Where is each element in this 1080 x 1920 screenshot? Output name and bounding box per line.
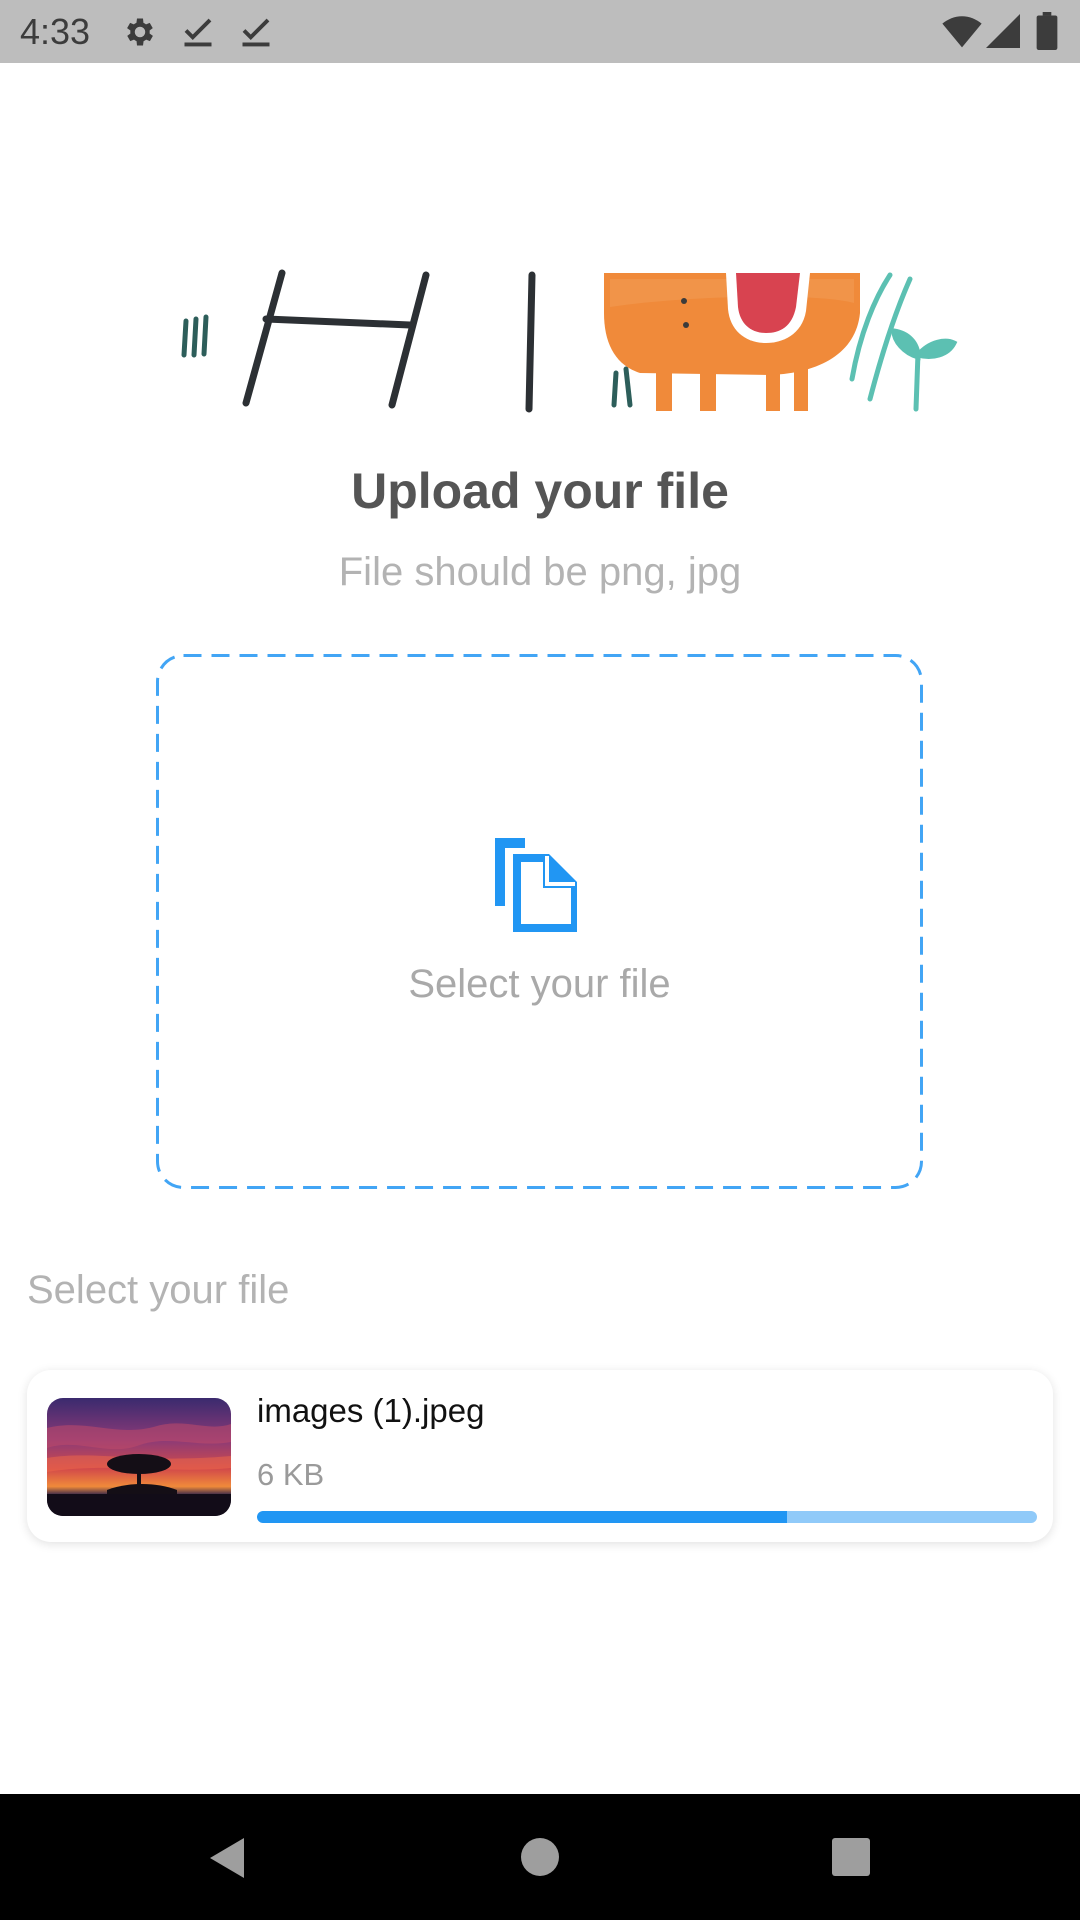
file-upload-card[interactable]: images (1).jpeg 6 KB xyxy=(27,1370,1053,1542)
file-thumbnail xyxy=(47,1398,231,1516)
files-section-label: Select your file xyxy=(27,1268,290,1312)
page-subtitle: File should be png, jpg xyxy=(338,550,742,594)
home-icon[interactable] xyxy=(519,1836,561,1878)
file-size: 6 KB xyxy=(257,1457,325,1492)
status-bar: 4:33 xyxy=(0,0,1080,63)
main-content: Upload your file File should be png, jpg… xyxy=(0,63,1080,1794)
signal-icon xyxy=(986,14,1020,48)
download-done-icon xyxy=(242,18,270,47)
download-done-icon xyxy=(184,18,212,47)
back-icon[interactable] xyxy=(204,1834,250,1882)
dropzone-label: Select your file xyxy=(408,962,671,1006)
hi-camel-illustration xyxy=(181,269,958,413)
page-title: Upload your file xyxy=(351,463,729,519)
file-copy-icon xyxy=(495,838,577,932)
recents-icon[interactable] xyxy=(830,1836,872,1878)
battery-icon xyxy=(1036,12,1058,50)
wifi-icon xyxy=(942,16,982,48)
system-nav-bar xyxy=(0,1794,1080,1920)
file-dropzone[interactable]: Select your file xyxy=(156,654,923,1189)
status-time: 4:33 xyxy=(20,11,91,52)
upload-progress-fill xyxy=(257,1511,788,1523)
gear-icon xyxy=(127,18,153,46)
upload-progress-bar xyxy=(257,1511,1037,1523)
file-name: images (1).jpeg xyxy=(257,1392,485,1429)
